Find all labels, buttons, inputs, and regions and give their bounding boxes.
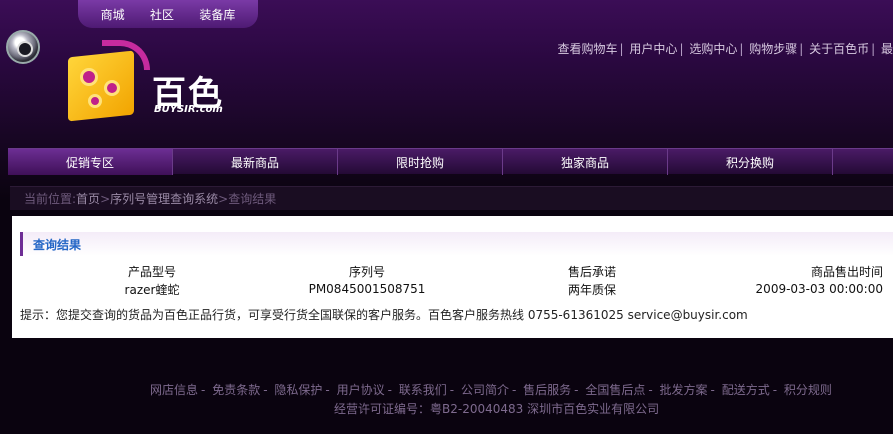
footer-link-agreement[interactable]: 用户协议 xyxy=(337,383,385,397)
header-warranty: 售后承诺 xyxy=(567,264,616,279)
footer-link-contact[interactable]: 联系我们 xyxy=(399,383,447,397)
link-about-coin[interactable]: 关于百色币 xyxy=(809,42,869,56)
header-serial: 序列号 xyxy=(348,264,385,279)
link-truncated[interactable]: 最 xyxy=(881,42,893,56)
nav-points-exchange[interactable]: 积分换购 xyxy=(668,149,833,175)
cell-sold-time: 2009-03-03 00:00:00 xyxy=(755,282,883,296)
nav-exclusive[interactable]: 独家商品 xyxy=(503,149,668,175)
result-hint: 提示：您提交查询的货品为百色正品行货，可享受行货全国联保的客户服务。百色客户服务… xyxy=(20,308,748,322)
footer-link-privacy[interactable]: 隐私保护 xyxy=(274,383,322,397)
link-cart[interactable]: 查看购物车 xyxy=(558,42,618,56)
result-table: 产品型号 序列号 售后承诺 商品售出时间 razer蝰蛇 PM084500150… xyxy=(12,262,893,298)
top-tabs: 商城 社区 装备库 xyxy=(78,0,258,28)
top-links: 查看购物车 | 用户中心 | 选购中心 | 购物步骤 | 关于百色币 | 最 xyxy=(557,42,893,56)
top-tab-mall[interactable]: 商城 xyxy=(101,6,125,23)
footer-link-points-rules[interactable]: 积分规则 xyxy=(784,383,832,397)
logo-domain: BUYSIR.com xyxy=(154,104,223,115)
link-user-center[interactable]: 用户中心 xyxy=(629,42,677,56)
top-tab-community[interactable]: 社区 xyxy=(150,6,174,23)
footer-links: 网店信息 - 免责条款 - 隐私保护 - 用户协议 - 联系我们 - 公司简介 - 售后服务… xyxy=(150,383,832,397)
top-tab-gear[interactable]: 装备库 xyxy=(199,6,235,23)
link-shop-center[interactable]: 选购中心 xyxy=(689,42,737,56)
link-shopping-steps[interactable]: 购物步骤 xyxy=(749,42,797,56)
ring-icon xyxy=(6,30,40,64)
cell-serial: PM0845001508751 xyxy=(308,282,426,296)
footer-link-after-sales[interactable]: 售后服务 xyxy=(523,383,571,397)
cell-model: razer蝰蛇 xyxy=(124,282,180,297)
footer-link-store-info[interactable]: 网店信息 xyxy=(150,383,198,397)
nav-new-items[interactable]: 最新商品 xyxy=(173,149,338,175)
breadcrumb: 当前位置: 首页 > 序列号管理查询系统 > 查询结果 xyxy=(10,186,893,210)
breadcrumb-home[interactable]: 首页 xyxy=(76,190,100,207)
result-panel: 查询结果 产品型号 序列号 售后承诺 商品售出时间 razer蝰蛇 PM0845… xyxy=(12,216,893,338)
main-nav: 促销专区 最新商品 限时抢购 独家商品 积分换购 百色 xyxy=(8,148,893,175)
result-title: 查询结果 xyxy=(20,232,893,256)
page: 商城 社区 装备库 百色 BUYSIR.com 查看购物车 | 用户中心 | 选购中… xyxy=(0,0,893,434)
header-sold-time: 商品售出时间 xyxy=(810,264,883,279)
footer-link-disclaimer[interactable]: 免责条款 xyxy=(212,383,260,397)
breadcrumb-serial-system[interactable]: 序列号管理查询系统 xyxy=(110,190,218,207)
cell-warranty: 两年质保 xyxy=(567,282,616,297)
footer-link-about[interactable]: 公司简介 xyxy=(461,383,509,397)
nav-truncated[interactable]: 百色 xyxy=(833,149,893,175)
footer-legal: 经营许可证编号：粤B2-20040483 深圳市百色实业有限公司 xyxy=(334,402,660,416)
nav-promotions[interactable]: 促销专区 xyxy=(8,149,173,175)
footer-link-service-points[interactable]: 全国售后点 xyxy=(585,383,645,397)
breadcrumb-current: 查询结果 xyxy=(228,192,277,206)
header-model: 产品型号 xyxy=(127,264,176,279)
logo-icon[interactable] xyxy=(62,40,150,122)
nav-flash-sale[interactable]: 限时抢购 xyxy=(338,149,503,175)
footer-link-wholesale[interactable]: 批发方案 xyxy=(660,383,708,397)
table-header: 产品型号 序列号 售后承诺 商品售出时间 xyxy=(12,262,893,280)
footer-link-delivery[interactable]: 配送方式 xyxy=(722,383,770,397)
table-row: razer蝰蛇 PM0845001508751 两年质保 2009-03-03 … xyxy=(12,280,893,298)
